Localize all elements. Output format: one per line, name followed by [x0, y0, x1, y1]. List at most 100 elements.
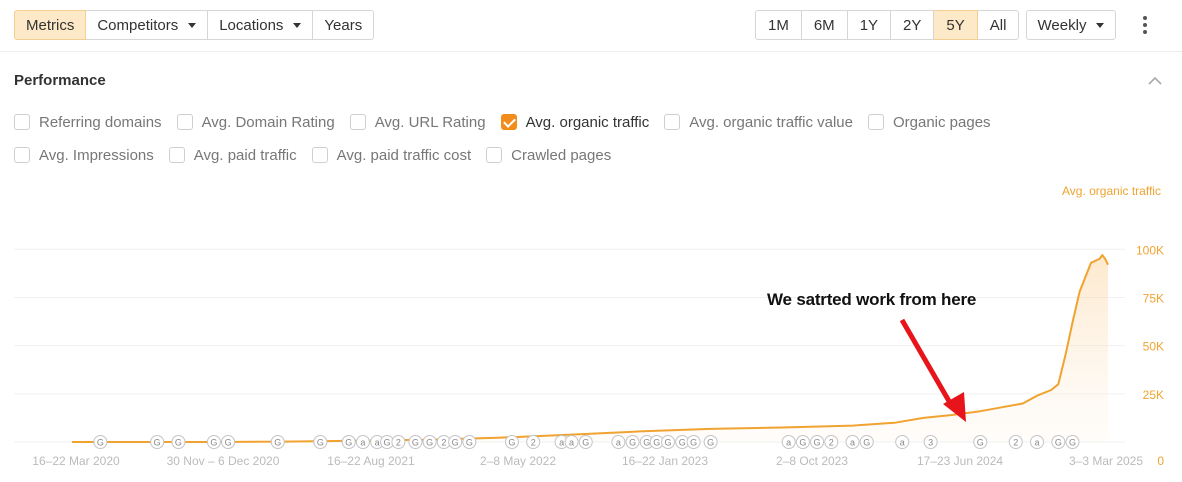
event-marker-label: a	[616, 438, 621, 448]
event-marker-label: a	[375, 438, 380, 448]
toolbar: Metrics Competitors Locations Years 1M 6…	[0, 0, 1182, 52]
event-marker-label: G	[412, 438, 419, 448]
event-marker-label: G	[210, 438, 217, 448]
interval-dropdown[interactable]: Weekly	[1026, 10, 1116, 40]
event-marker-label: G	[1069, 438, 1076, 448]
event-marker-label: G	[582, 438, 589, 448]
event-marker-label: G	[508, 438, 515, 448]
checkbox[interactable]	[176, 114, 193, 130]
event-marker-label: G	[317, 438, 324, 448]
event-marker-label: G	[154, 438, 161, 448]
interval-label: Weekly	[1037, 16, 1087, 34]
event-marker-label: G	[679, 438, 686, 448]
event-marker-label: a	[786, 438, 791, 448]
event-marker-label: a	[569, 438, 574, 448]
range-6m-button[interactable]: 6M	[801, 10, 848, 40]
annotation-arrow-shaft	[899, 318, 956, 410]
traffic-chart[interactable]: GGGGGGGGaaG2GG2GGG2aaGaGGGGGGGaGG2aGa3G2…	[0, 180, 1182, 482]
metric-organic-pages[interactable]: Organic pages	[867, 114, 991, 131]
chevron-down-icon	[188, 22, 197, 28]
x-tick-label: 17–23 Jun 2024	[917, 454, 1003, 468]
event-marker-label: G	[690, 438, 697, 448]
checkbox-checked[interactable]	[500, 114, 517, 130]
tab-metrics-label: Metrics	[26, 16, 75, 34]
tab-locations-label: Locations	[219, 16, 284, 34]
tab-locations[interactable]: Locations	[208, 10, 314, 40]
metric-label: Avg. Domain Rating	[201, 113, 335, 131]
event-marker-label: G	[707, 438, 714, 448]
range-1m-button[interactable]: 1M	[755, 10, 802, 40]
checkbox[interactable]	[867, 114, 884, 130]
metric-label: Avg. paid traffic	[193, 146, 297, 164]
tab-competitors-label: Competitors	[97, 16, 179, 34]
metric-avg-organic-traffic[interactable]: Avg. organic traffic	[500, 113, 650, 131]
range-5y-button[interactable]: 5Y	[934, 10, 978, 40]
checkbox[interactable]	[664, 114, 681, 130]
event-marker-label: 2	[829, 438, 834, 448]
metric-avg-impressions[interactable]: Avg. Impressions	[14, 147, 154, 164]
event-marker-label: G	[814, 438, 821, 448]
checkbox[interactable]	[486, 147, 503, 163]
metric-crawled-pages[interactable]: Crawled pages	[486, 147, 611, 164]
range-label: 6M	[813, 16, 835, 34]
event-marker-label: G	[643, 438, 650, 448]
date-range-selector: 1M 6M 1Y 2Y 5Y All	[755, 10, 1020, 40]
range-label: 2Y	[903, 16, 922, 34]
y-tick-label: 25K	[1143, 388, 1164, 402]
event-marker-label: 2	[531, 438, 536, 448]
range-all-button[interactable]: All	[977, 10, 1020, 40]
metric-avg-paid-traffic[interactable]: Avg. paid traffic	[168, 146, 297, 164]
range-1y-button[interactable]: 1Y	[847, 10, 892, 40]
y-tick-label: 0	[1157, 454, 1164, 468]
event-marker-label: G	[977, 438, 984, 448]
metric-avg-domain-rating[interactable]: Avg. Domain Rating	[176, 113, 335, 131]
checkbox[interactable]	[14, 147, 30, 163]
event-marker-label: G	[426, 438, 433, 448]
x-tick-label: 2–8 May 2022	[480, 454, 556, 468]
range-label: All	[989, 16, 1007, 34]
checkbox[interactable]	[168, 147, 185, 163]
chevron-down-icon	[1096, 22, 1105, 28]
range-label: 1Y	[859, 16, 879, 34]
y-tick-label: 75K	[1143, 291, 1164, 305]
event-marker-label: G	[653, 438, 660, 448]
event-marker-label: G	[345, 438, 352, 448]
metric-label: Referring domains	[39, 113, 162, 131]
metric-avg-url-rating[interactable]: Avg. URL Rating	[349, 114, 486, 131]
event-marker-label: a	[900, 438, 905, 448]
metric-avg-organic-traffic-value[interactable]: Avg. organic traffic value	[664, 114, 853, 131]
event-marker-label: a	[850, 438, 855, 448]
tab-competitors[interactable]: Competitors	[86, 10, 209, 40]
y-tick-label: 50K	[1143, 340, 1164, 354]
tab-metrics[interactable]: Metrics	[14, 10, 87, 40]
view-tabs: Metrics Competitors Locations Years	[14, 10, 375, 40]
annotation-text: We satrted work from here	[767, 290, 977, 309]
event-marker-label: 2	[441, 438, 446, 448]
metric-label: Avg. organic traffic	[525, 113, 650, 131]
event-marker-label: G	[665, 438, 672, 448]
more-options-icon[interactable]	[1134, 14, 1156, 36]
x-tick-label: 3–3 Mar 2025	[1069, 454, 1143, 468]
event-marker-label: G	[97, 438, 104, 448]
x-tick-label: 30 Nov – 6 Dec 2020	[167, 454, 280, 468]
event-marker-label: G	[466, 438, 473, 448]
traffic-line	[72, 254, 1109, 443]
metric-label: Crawled pages	[511, 146, 612, 164]
checkbox[interactable]	[349, 114, 366, 130]
chevron-up-icon[interactable]	[1147, 75, 1163, 87]
event-marker-label: G	[863, 438, 870, 448]
checkbox[interactable]	[14, 114, 30, 130]
range-2y-button[interactable]: 2Y	[891, 10, 935, 40]
x-tick-label: 16–22 Aug 2021	[327, 454, 415, 468]
event-marker-label: a	[360, 438, 365, 448]
metric-avg-paid-traffic-cost[interactable]: Avg. paid traffic cost	[311, 147, 471, 164]
event-marker-label: G	[175, 438, 182, 448]
x-tick-label: 16–22 Mar 2020	[32, 454, 120, 468]
x-tick-label: 2–8 Oct 2023	[776, 454, 848, 468]
metric-referring-domains[interactable]: Referring domains	[14, 114, 162, 131]
event-marker-label: 3	[928, 438, 933, 448]
tab-years-label: Years	[324, 16, 363, 34]
metric-label: Avg. Impressions	[39, 146, 154, 164]
tab-years[interactable]: Years	[313, 10, 375, 40]
checkbox[interactable]	[311, 147, 328, 163]
